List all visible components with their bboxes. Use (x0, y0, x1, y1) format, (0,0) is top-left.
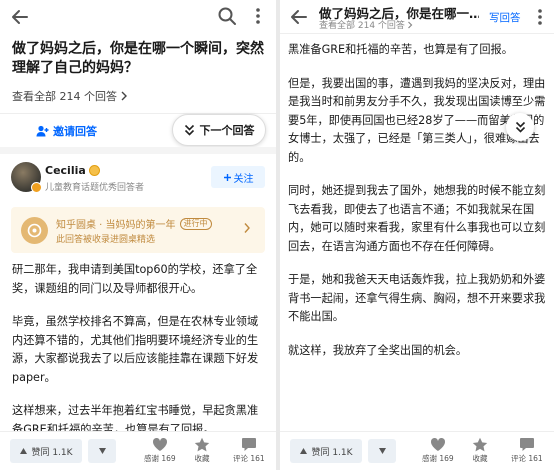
upvote-button[interactable]: 赞同 1.1K (290, 439, 362, 463)
view-all-label: 查看全部 214 个回答 (12, 90, 117, 103)
answer-content: 黑准备GRE和托福的辛苦，也算是有了回报。 但是，我要出国的事，遭遇到我妈的坚决… (288, 41, 546, 375)
view-all-answers-link[interactable]: 查看全部 214 个回答 (319, 18, 413, 31)
next-answer-label: 下一个回答 (199, 124, 255, 137)
star-icon (194, 437, 210, 452)
upvote-label: 赞同 1.1K (31, 447, 73, 458)
downvote-button[interactable] (88, 439, 116, 463)
view-all-answers-link[interactable]: 查看全部 214 个回答 (12, 88, 128, 104)
author-info: 儿童教育话题优秀回答者 (45, 183, 145, 193)
triangle-down-icon (378, 448, 386, 454)
double-chevron-down-icon (515, 121, 525, 133)
chevron-right-icon (407, 21, 413, 28)
collect-button[interactable]: 收藏 (472, 437, 488, 464)
banner-subtitle: 此回答被收录进圆桌精选 (56, 235, 156, 245)
answer-paragraph: 就这样，我放弃了全奖出国的机会。 (288, 343, 468, 357)
write-answer-button[interactable]: 写回答 (489, 10, 521, 25)
answer-paragraph: 研二那年，我申请到美国top60的学校，还拿了全奖，课题组的同门以及导师都很开心… (12, 263, 258, 295)
question-title[interactable]: 做了妈妈之后，你是在哪一个瞬间，突然理解了自己的妈妈？ (12, 40, 268, 78)
more-vertical-icon[interactable] (534, 7, 546, 27)
banner-title-text: 知乎圆桌 · 当妈妈的第一年 (56, 220, 176, 231)
follow-button[interactable]: 关注 (211, 166, 265, 188)
comment-label: 评论 161 (233, 454, 265, 463)
section-divider (0, 147, 276, 154)
medal-icon (88, 165, 100, 176)
heart-icon (430, 437, 445, 451)
chevron-right-icon (244, 223, 250, 233)
answer-paragraph: 黑准备GRE和托福的辛苦，也算是有了回报。 (288, 43, 513, 56)
invite-label: 邀请回答 (53, 125, 97, 138)
heart-icon (152, 437, 167, 451)
follow-label: 关注 (233, 173, 254, 185)
comment-icon (241, 438, 256, 451)
downvote-button[interactable] (368, 439, 396, 463)
upvote-button[interactable]: 赞同 1.1K (10, 439, 82, 463)
roundtable-icon (21, 217, 48, 244)
star-icon (472, 437, 488, 452)
top-bar: 做了妈妈之后，你是在哪一… 查看全部 214 个回答 写回答 (280, 0, 554, 34)
chevron-right-icon (121, 91, 127, 101)
thanks-button[interactable]: 感谢 169 (422, 437, 454, 464)
view-all-label: 查看全部 214 个回答 (319, 21, 405, 31)
comment-label: 评论 161 (511, 454, 543, 463)
bottom-action-bar: 赞同 1.1K 感谢 169 收藏 评论 161 (280, 431, 554, 470)
right-panel: 做了妈妈之后，你是在哪一… 查看全部 214 个回答 写回答 黑准备GRE和托福… (280, 0, 554, 470)
question-actions-bar: 邀请回答 下一个回答 (0, 113, 276, 147)
search-icon[interactable] (217, 6, 237, 26)
collect-label: 收藏 (472, 454, 488, 463)
author-name[interactable]: Cecilia (45, 164, 100, 177)
thanks-label: 感谢 169 (422, 454, 454, 463)
roundtable-banner[interactable]: 知乎圆桌 · 当妈妈的第一年 进行中 此回答被收录进圆桌精选 (11, 207, 265, 253)
triangle-up-icon (20, 448, 28, 454)
next-answer-button[interactable]: 下一个回答 (172, 114, 266, 146)
left-panel: 做了妈妈之后，你是在哪一个瞬间，突然理解了自己的妈妈？ 查看全部 214 个回答… (0, 0, 276, 470)
plus-icon (223, 173, 231, 181)
triangle-up-icon (300, 448, 308, 454)
author-name-text: Cecilia (45, 164, 86, 177)
banner-status-badge: 进行中 (179, 217, 212, 230)
top-bar (0, 0, 276, 34)
double-chevron-down-icon (184, 124, 194, 136)
comment-button[interactable]: 评论 161 (511, 437, 543, 464)
next-answer-fab[interactable] (506, 113, 534, 141)
back-arrow-icon[interactable] (10, 7, 30, 27)
bottom-action-bar: 赞同 1.1K 感谢 169 收藏 评论 161 (0, 431, 276, 470)
answer-paragraph: 于是，她和我爸天天电话轰炸我，拉上我奶奶和外婆背书一起闹，还拿气得生病、胸闷，想… (288, 273, 546, 323)
invite-answer-button[interactable]: 邀请回答 (36, 123, 97, 139)
thanks-button[interactable]: 感谢 169 (144, 437, 176, 464)
banner-title: 知乎圆桌 · 当妈妈的第一年 进行中 (56, 216, 212, 231)
add-user-icon (36, 125, 49, 137)
thanks-label: 感谢 169 (144, 454, 176, 463)
comment-icon (519, 438, 534, 451)
answer-content: 研二那年，我申请到美国top60的学校，还拿了全奖，课题组的同门以及导师都很开心… (12, 261, 266, 454)
answer-paragraph: 毕竟，虽然学校排名不算高，但是在农林专业领域内还算不错的，尤其他们指明要环境经济… (12, 315, 259, 384)
author-badge-icon (31, 182, 42, 193)
upvote-label: 赞同 1.1K (311, 447, 353, 458)
collect-label: 收藏 (194, 454, 210, 463)
triangle-down-icon (98, 448, 106, 454)
comment-button[interactable]: 评论 161 (233, 437, 265, 464)
back-arrow-icon[interactable] (289, 7, 309, 27)
more-vertical-icon[interactable] (252, 6, 264, 26)
answer-paragraph: 同时，她还提到我去了国外，她想我的时候不能立刻飞去看我，即使去了也语言不通；不如… (288, 184, 546, 253)
collect-button[interactable]: 收藏 (194, 437, 210, 464)
